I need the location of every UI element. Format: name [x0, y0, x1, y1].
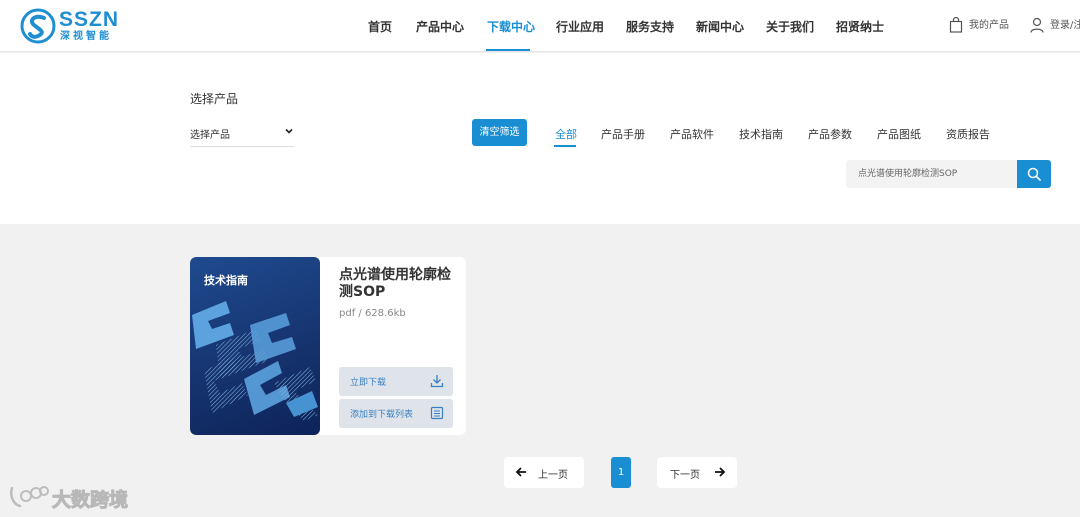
nav-home[interactable]: 首页	[368, 18, 392, 35]
category-certificates[interactable]: 资质报告	[946, 126, 990, 142]
logo-icon	[20, 8, 56, 44]
document-card: 技术指南 点光谱使用轮廓检测SOP pdf / 628.6kb 立即下载 添加到…	[190, 257, 466, 435]
category-software[interactable]: 产品软件	[670, 126, 714, 142]
download-icon	[430, 375, 444, 388]
nav-news[interactable]: 新闻中心	[696, 18, 744, 35]
search-input[interactable]	[846, 160, 1017, 188]
nav-active-indicator	[486, 49, 530, 51]
logo-subtext: 深视智能	[60, 31, 112, 42]
document-meta: pdf / 628.6kb	[339, 308, 406, 319]
list-icon	[430, 406, 444, 420]
category-all[interactable]: 全部	[555, 126, 577, 142]
next-page-label: 下一页	[670, 470, 700, 481]
category-manual[interactable]: 产品手册	[601, 126, 645, 142]
nav-support[interactable]: 服务支持	[626, 18, 674, 35]
watermark-logo-icon	[10, 486, 49, 508]
nav-downloads[interactable]: 下载中心	[487, 18, 535, 35]
document-thumbnail[interactable]: 技术指南	[190, 257, 320, 435]
download-button[interactable]: 立即下载	[339, 367, 453, 396]
site-header: SSZN 深视智能 首页 产品中心 下载中心 行业应用 服务支持 新闻中心 关于…	[0, 0, 1080, 52]
add-button-label: 添加到下载列表	[350, 410, 414, 420]
nav-about[interactable]: 关于我们	[766, 18, 814, 35]
document-title[interactable]: 点光谱使用轮廓检测SOP	[339, 267, 459, 301]
category-parameters[interactable]: 产品参数	[808, 126, 852, 142]
product-select-value: 选择产品	[190, 130, 230, 141]
thumbnail-label: 技术指南	[204, 274, 248, 287]
product-select[interactable]: 选择产品	[190, 124, 294, 147]
category-drawings[interactable]: 产品图纸	[877, 126, 921, 142]
arrow-right-icon	[715, 467, 726, 477]
search-box	[846, 160, 1051, 188]
page-number-current[interactable]: 1	[611, 457, 631, 488]
watermark-text: 大数跨境	[51, 489, 129, 512]
user-icon	[1030, 17, 1044, 33]
arrow-left-icon	[515, 467, 526, 477]
category-active-indicator	[554, 145, 576, 147]
login-link[interactable]: 登录/注	[1030, 16, 1080, 33]
login-label: 登录/注	[1050, 20, 1080, 31]
next-page-button[interactable]: 下一页	[657, 457, 737, 488]
search-button[interactable]	[1017, 160, 1051, 188]
my-products-link[interactable]: 我的产品	[949, 16, 1009, 33]
watermark: 大数跨境	[8, 484, 129, 512]
filter-panel: 选择产品 选择产品 清空筛选 全部 产品手册 产品软件 技术指南 产品参数 产品…	[0, 53, 1080, 224]
clear-filters-button[interactable]: 清空筛选	[472, 119, 527, 146]
nav-products[interactable]: 产品中心	[416, 18, 464, 35]
bag-icon	[949, 17, 963, 33]
add-to-download-list-button[interactable]: 添加到下载列表	[339, 399, 453, 428]
download-button-label: 立即下载	[350, 378, 387, 388]
category-tech-guide[interactable]: 技术指南	[739, 126, 783, 142]
nav-careers[interactable]: 招贤纳士	[836, 18, 884, 35]
site-logo[interactable]: SSZN 深视智能	[20, 8, 130, 46]
nav-industry[interactable]: 行业应用	[556, 18, 604, 35]
prev-page-label: 上一页	[538, 470, 568, 481]
filter-title: 选择产品	[190, 92, 239, 106]
search-icon	[1027, 167, 1041, 181]
logo-text: SSZN	[59, 8, 120, 31]
chevron-down-icon	[285, 128, 293, 134]
prev-page-button[interactable]: 上一页	[504, 457, 584, 488]
my-products-label: 我的产品	[969, 20, 1009, 31]
